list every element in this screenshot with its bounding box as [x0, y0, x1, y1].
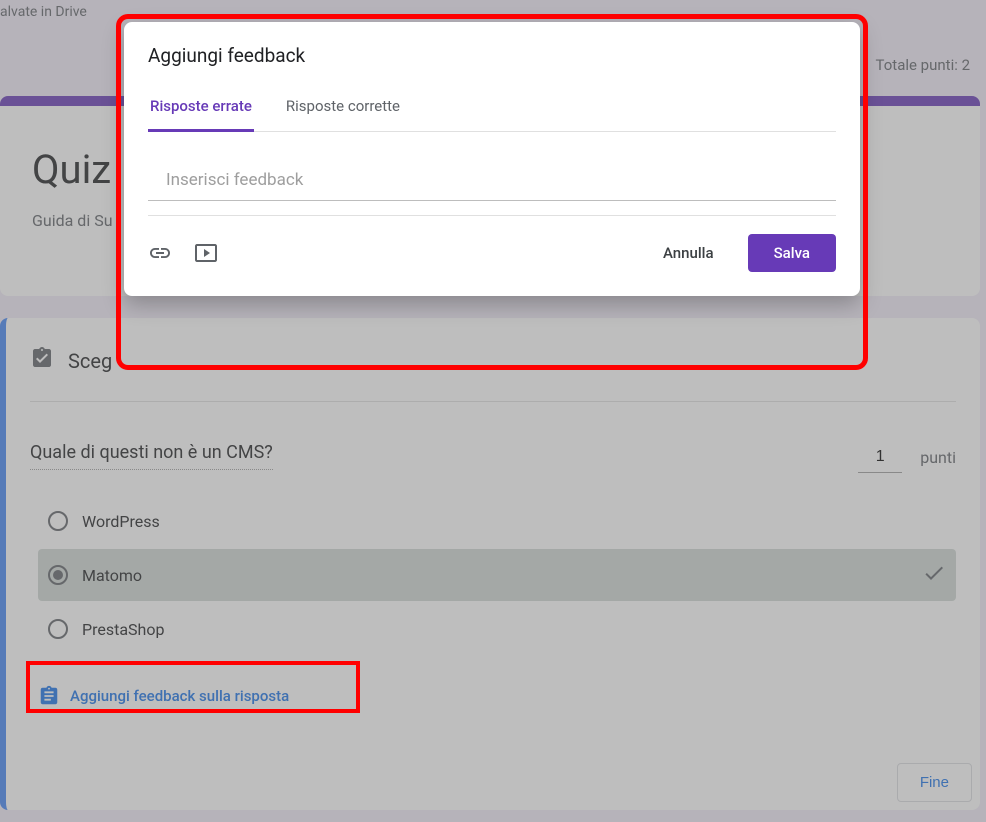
tab-correct-answers[interactable]: Risposte corrette — [284, 97, 402, 131]
dialog-tabs: Risposte errate Risposte corrette — [148, 97, 836, 132]
feedback-input[interactable] — [148, 132, 836, 201]
video-icon — [194, 241, 218, 265]
link-icon — [148, 241, 172, 265]
cancel-button[interactable]: Annulla — [651, 234, 726, 272]
feedback-dialog: Aggiungi feedback Risposte errate Rispos… — [124, 22, 860, 296]
dialog-title: Aggiungi feedback — [148, 44, 836, 67]
tab-wrong-answers[interactable]: Risposte errate — [148, 97, 254, 132]
insert-link-button[interactable] — [148, 241, 172, 265]
save-button[interactable]: Salva — [748, 234, 836, 272]
insert-video-button[interactable] — [194, 241, 218, 265]
